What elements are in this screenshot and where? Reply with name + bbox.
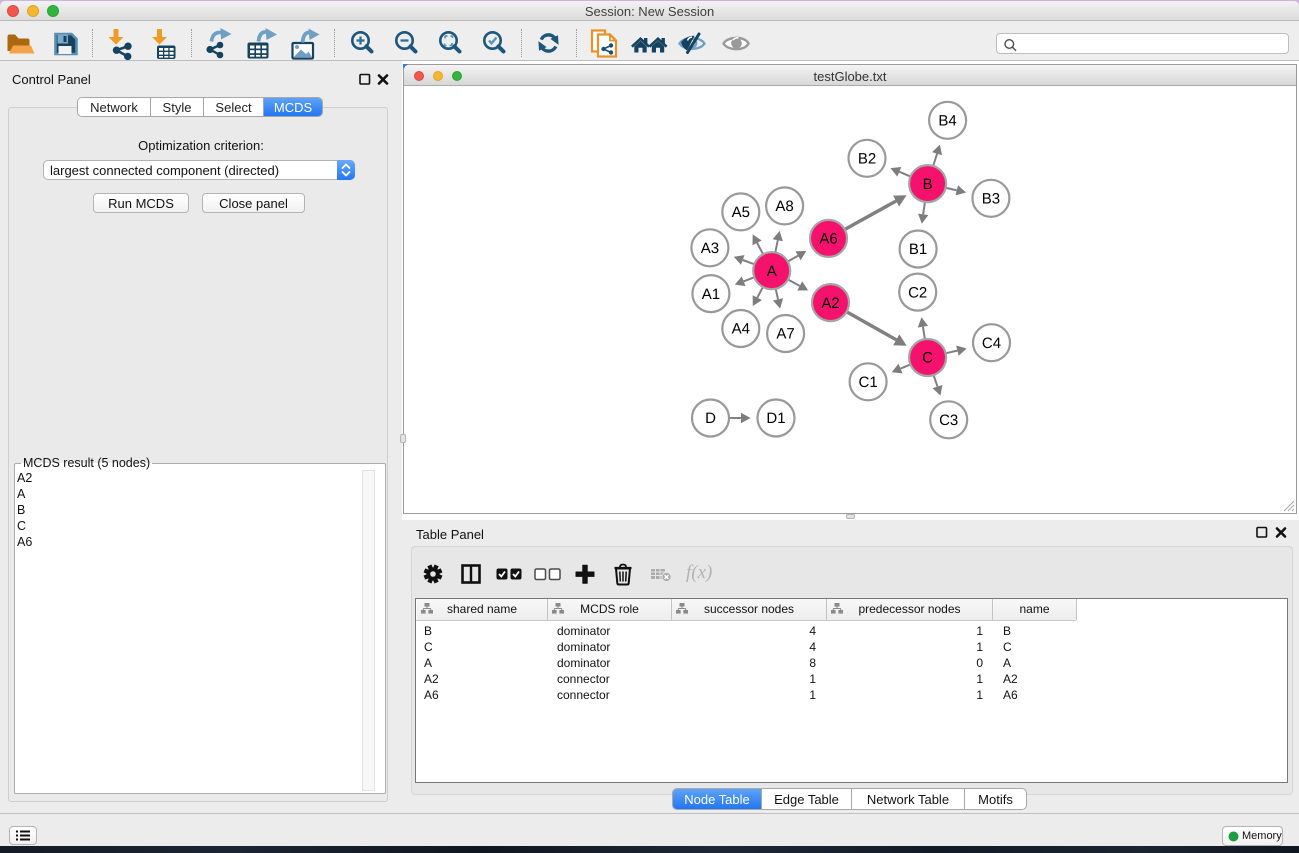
svg-text:C4: C4 — [982, 335, 1001, 352]
svg-text:A3: A3 — [701, 240, 719, 257]
svg-text:C3: C3 — [939, 412, 958, 429]
svg-text:C: C — [922, 350, 933, 367]
svg-text:A1: A1 — [702, 286, 720, 303]
svg-text:A: A — [767, 263, 777, 280]
svg-text:B4: B4 — [938, 113, 956, 130]
svg-text:B1: B1 — [909, 241, 927, 258]
svg-text:A4: A4 — [732, 321, 750, 338]
svg-text:D: D — [705, 410, 716, 427]
svg-text:A8: A8 — [775, 198, 793, 215]
svg-text:A6: A6 — [819, 231, 837, 248]
svg-text:A5: A5 — [732, 204, 750, 221]
svg-text:B2: B2 — [858, 151, 876, 168]
svg-text:A2: A2 — [821, 295, 839, 312]
svg-text:D1: D1 — [766, 410, 785, 427]
svg-text:B3: B3 — [982, 191, 1000, 208]
svg-text:C1: C1 — [859, 374, 878, 391]
svg-text:B: B — [923, 176, 933, 193]
svg-text:A7: A7 — [776, 326, 794, 343]
svg-text:C2: C2 — [908, 284, 927, 301]
